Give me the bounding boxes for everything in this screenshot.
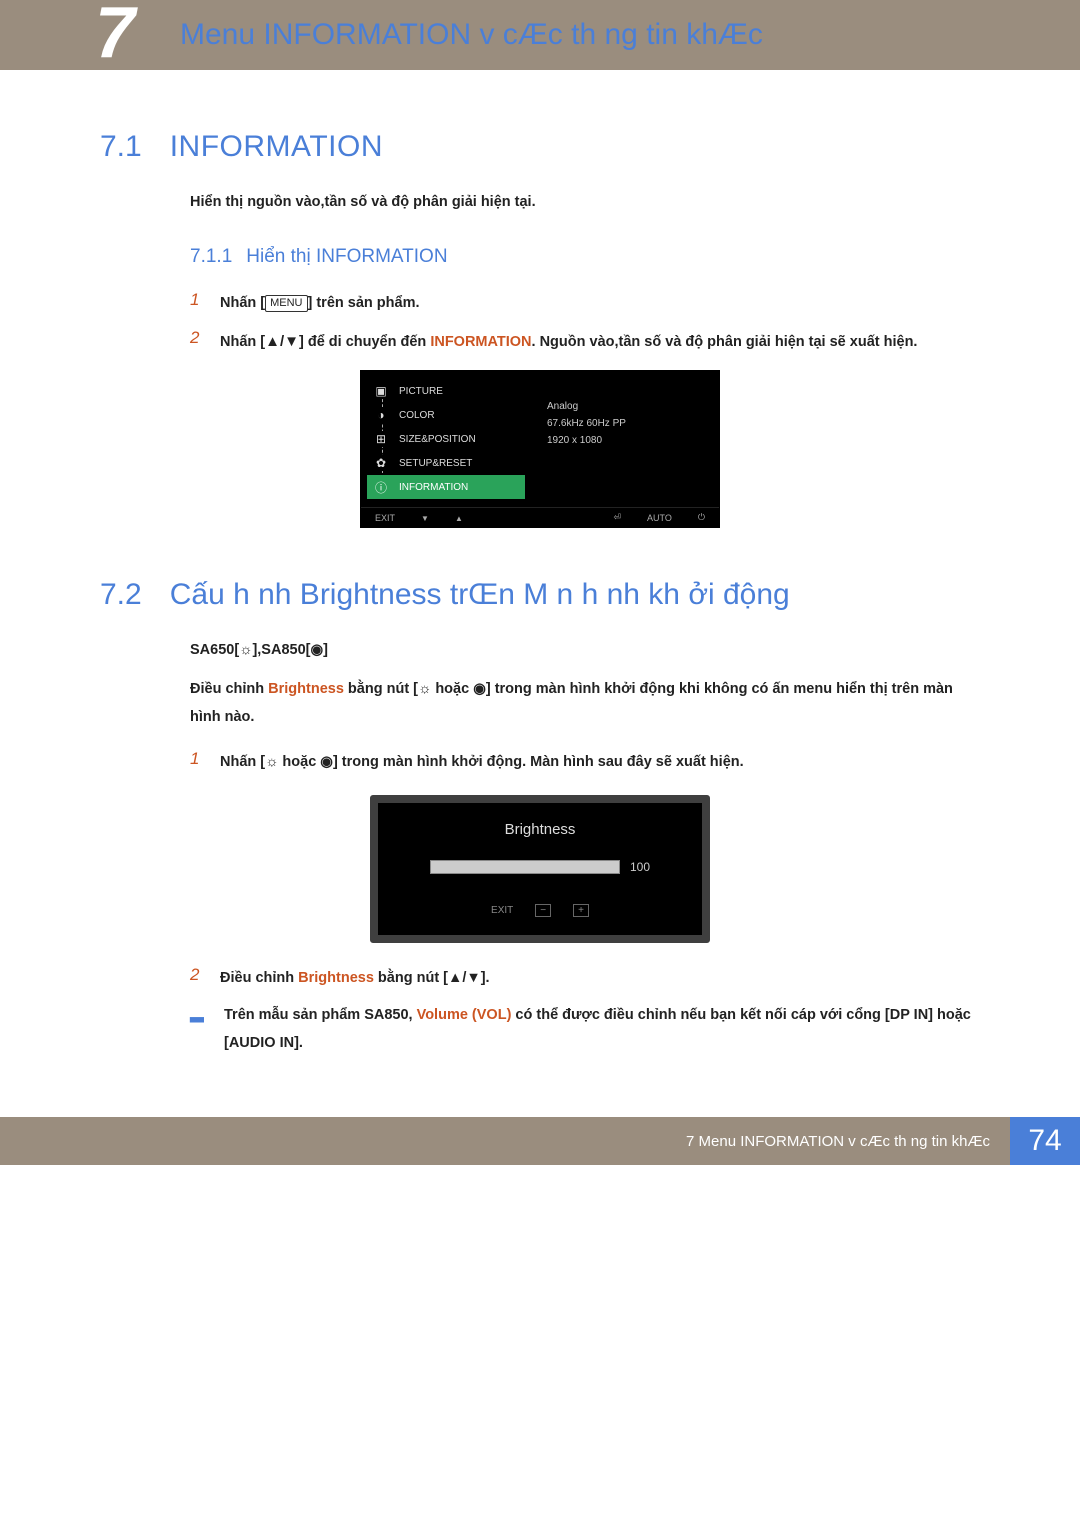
brightness-bar — [430, 860, 620, 874]
osd-item-label: SETUP&RESET — [399, 458, 472, 469]
osd-screenshot: ▣ PICTURE ◑ COLOR ⊞ SIZE&POSITION ✿ SETUP&RE… — [360, 370, 720, 528]
step-2: 2 Điều chỉnh Brightness bằng nút [▲/▼]. — [190, 965, 980, 993]
footer-page-number: 74 — [1010, 1117, 1080, 1165]
text: . Nguồn vào,tần số và độ phân giải hiện … — [532, 334, 918, 350]
osd-item-label: PICTURE — [399, 386, 443, 397]
step-number: 2 — [190, 965, 204, 985]
brightness-body: Brightness 100 EXIT − + — [378, 803, 702, 935]
section-7-1-desc: Hiển thị nguồn vào,tần số và độ phân giả… — [190, 194, 980, 210]
osd-info-res: 1920 x 1080 — [547, 435, 703, 446]
step-text: Nhấn [MENU] trên sản phẩm. — [220, 290, 980, 318]
note-icon: ▂ — [190, 1002, 208, 1023]
steps-7-2-cont: 2 Điều chỉnh Brightness bằng nút [▲/▼]. — [190, 965, 980, 993]
osd-info-signal: Analog — [547, 401, 703, 412]
chapter-header: 7 Menu INFORMATION v cÆc th ng tin khÆc — [0, 0, 1080, 70]
text: Trên mẫu sản phẩm SA850, — [224, 1007, 417, 1023]
osd-auto-label: AUTO — [647, 513, 672, 523]
step-1: 1 Nhấn [MENU] trên sản phẩm. — [190, 290, 980, 318]
step-number: 2 — [190, 328, 204, 348]
applicable-models: SA650[☼],SA850[◉] — [190, 642, 980, 658]
highlight-volume: Volume — [417, 1007, 468, 1023]
text: bằng nút [▲/▼]. — [374, 970, 490, 986]
highlight-brightness: Brightness — [298, 970, 374, 986]
page-content: 7.1 INFORMATION Hiển thị nguồn vào,tần s… — [0, 70, 1080, 1097]
step-number: 1 — [190, 290, 204, 310]
menu-button-label: MENU — [265, 295, 307, 312]
text: Nhấn [ — [220, 295, 265, 311]
power-icon: ⏻ — [698, 512, 705, 523]
highlight-brightness: Brightness — [268, 681, 344, 697]
up-down-icon: ▲/▼ — [265, 328, 299, 357]
step-2: 2 Nhấn [▲/▼] để di chuyển đến INFORMATIO… — [190, 328, 980, 357]
brightness-bar-row: 100 — [406, 860, 674, 874]
osd-item-picture: ▣ PICTURE — [371, 379, 521, 403]
note-text: Trên mẫu sản phẩm SA850, Volume (VOL) có… — [224, 1002, 980, 1057]
osd-item-size: ⊞ SIZE&POSITION — [371, 427, 521, 451]
subsection-number: 7.1.1 — [190, 246, 232, 268]
info-icon: ⓘ — [371, 479, 391, 495]
down-icon — [421, 513, 429, 523]
step-1: 1 Nhấn [☼ hoặc ◉] trong màn hình khởi độ… — [190, 749, 980, 777]
section-number: 7.2 — [100, 578, 142, 612]
osd-exit-label: EXIT — [375, 513, 395, 523]
section-7-2-desc: Điều chỉnh Brightness bằng nút [☼ hoặc ◉… — [190, 676, 980, 731]
osd-menu: ▣ PICTURE ◑ COLOR ⊞ SIZE&POSITION ✿ SETUP&RE… — [360, 370, 720, 528]
osd-item-color: ◑ COLOR — [371, 403, 521, 427]
brightness-footer: EXIT − + — [406, 900, 674, 921]
osd-body: ▣ PICTURE ◑ COLOR ⊞ SIZE&POSITION ✿ SETUP&RE… — [361, 371, 719, 507]
section-title: INFORMATION — [170, 130, 383, 164]
osd-footer: EXIT ⏎ AUTO ⏻ — [361, 507, 719, 527]
picture-icon: ▣ — [371, 383, 391, 399]
text: Nhấn [ — [220, 334, 265, 350]
step-number: 1 — [190, 749, 204, 769]
footer-text: 7 Menu INFORMATION v cÆc th ng tin khÆc — [0, 1117, 1010, 1165]
plus-key: + — [573, 904, 589, 917]
subsection-7-1-1-heading: 7.1.1 Hiển thị INFORMATION — [190, 246, 980, 268]
steps-7-2: 1 Nhấn [☼ hoặc ◉] trong màn hình khởi độ… — [190, 749, 980, 777]
size-icon: ⊞ — [371, 431, 391, 447]
text: ] trên sản phẩm. — [308, 295, 420, 311]
highlight-information: INFORMATION — [430, 334, 531, 350]
enter-icon: ⏎ — [613, 512, 621, 523]
subsection-title: Hiển thị INFORMATION — [246, 246, 447, 268]
osd-item-label: INFORMATION — [399, 482, 468, 493]
chapter-title: Menu INFORMATION v cÆc th ng tin khÆc — [180, 18, 763, 52]
brightness-exit: EXIT — [491, 905, 513, 916]
up-icon — [455, 513, 463, 523]
osd-info-freq: 67.6kHz 60Hz PP — [547, 418, 703, 429]
chapter-number: 7 — [95, 0, 135, 74]
osd-item-label: COLOR — [399, 410, 435, 421]
step-text: Nhấn [☼ hoặc ◉] trong màn hình khởi động… — [220, 749, 980, 777]
steps-7-1-1: 1 Nhấn [MENU] trên sản phẩm. 2 Nhấn [▲/▼… — [190, 290, 980, 356]
section-title: Cấu h nh Brightness trŒn M n h nh kh ởi … — [170, 578, 790, 612]
brightness-title: Brightness — [406, 821, 674, 838]
text: Điều chỉnh — [190, 681, 268, 697]
brightness-bar-fill — [431, 861, 619, 873]
section-number: 7.1 — [100, 130, 142, 164]
text: Điều chỉnh — [220, 970, 298, 986]
osd-info-panel: Analog 67.6kHz 60Hz PP 1920 x 1080 — [531, 371, 719, 507]
note-row: ▂ Trên mẫu sản phẩm SA850, Volume (VOL) … — [190, 1002, 980, 1057]
brightness-screenshot: Brightness 100 EXIT − + — [370, 795, 710, 943]
section-7-2-heading: 7.2 Cấu h nh Brightness trŒn M n h nh kh… — [100, 578, 980, 612]
step-text: Điều chỉnh Brightness bằng nút [▲/▼]. — [220, 965, 980, 993]
section-7-1-heading: 7.1 INFORMATION — [100, 130, 980, 164]
osd-item-label: SIZE&POSITION — [399, 434, 476, 445]
color-icon: ◑ — [371, 407, 391, 423]
text: ] để di chuyển đến — [299, 334, 430, 350]
brightness-value: 100 — [630, 860, 650, 874]
osd-item-setup: ✿ SETUP&RESET — [371, 451, 521, 475]
osd-menu-list: ▣ PICTURE ◑ COLOR ⊞ SIZE&POSITION ✿ SETUP&RE… — [361, 371, 531, 507]
minus-key: − — [535, 904, 551, 917]
highlight-vol: (VOL) — [468, 1007, 512, 1023]
setup-icon: ✿ — [371, 455, 391, 471]
step-text: Nhấn [▲/▼] để di chuyển đến INFORMATION.… — [220, 328, 980, 357]
page-footer: 7 Menu INFORMATION v cÆc th ng tin khÆc … — [0, 1117, 1080, 1165]
osd-item-information: ⓘ INFORMATION — [367, 475, 525, 499]
